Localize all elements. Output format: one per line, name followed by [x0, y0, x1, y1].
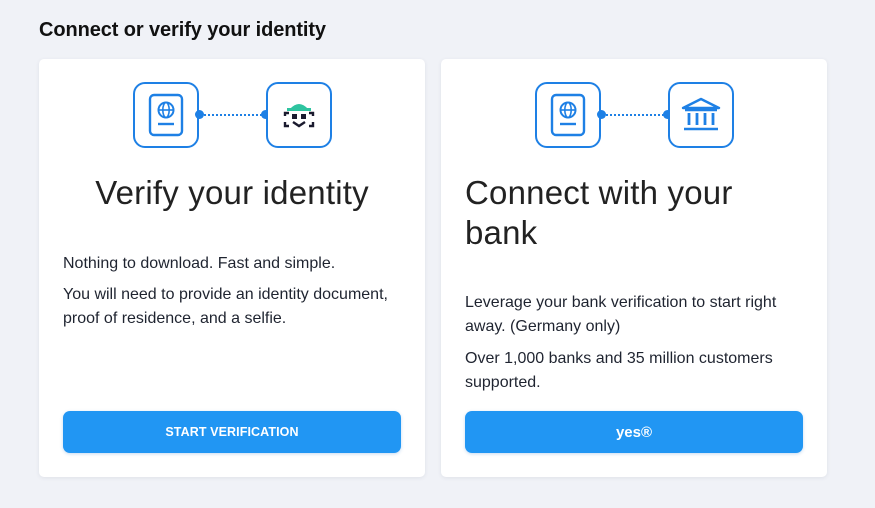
- yes-bank-button[interactable]: yes®: [465, 411, 803, 453]
- connector-dot: [597, 110, 606, 119]
- card-title: Verify your identity: [95, 174, 369, 211]
- icon-connector: [199, 114, 266, 116]
- bank-icon: [668, 82, 734, 148]
- start-verification-button[interactable]: START VERIFICATION: [63, 411, 401, 453]
- passport-icon: [535, 82, 601, 148]
- icon-connector: [601, 114, 668, 116]
- page-title: Connect or verify your identity: [39, 19, 326, 41]
- selfie-face-icon: [266, 82, 332, 148]
- connect-bank-card: Connect with your bank Leverage your ban…: [441, 59, 827, 477]
- connector-dot: [195, 110, 204, 119]
- verify-identity-card: Verify your identity Nothing to download…: [39, 59, 425, 477]
- card-description: Over 1,000 banks and 35 million customer…: [465, 350, 773, 391]
- card-title: Connect with your bank: [465, 174, 733, 251]
- icon-row: [39, 82, 425, 148]
- icon-row: [441, 82, 827, 148]
- passport-icon: [133, 82, 199, 148]
- card-description: Leverage your bank verification to start…: [465, 294, 777, 335]
- card-description: Nothing to download. Fast and simple.: [63, 255, 336, 272]
- card-description: You will need to provide an identity doc…: [63, 286, 388, 327]
